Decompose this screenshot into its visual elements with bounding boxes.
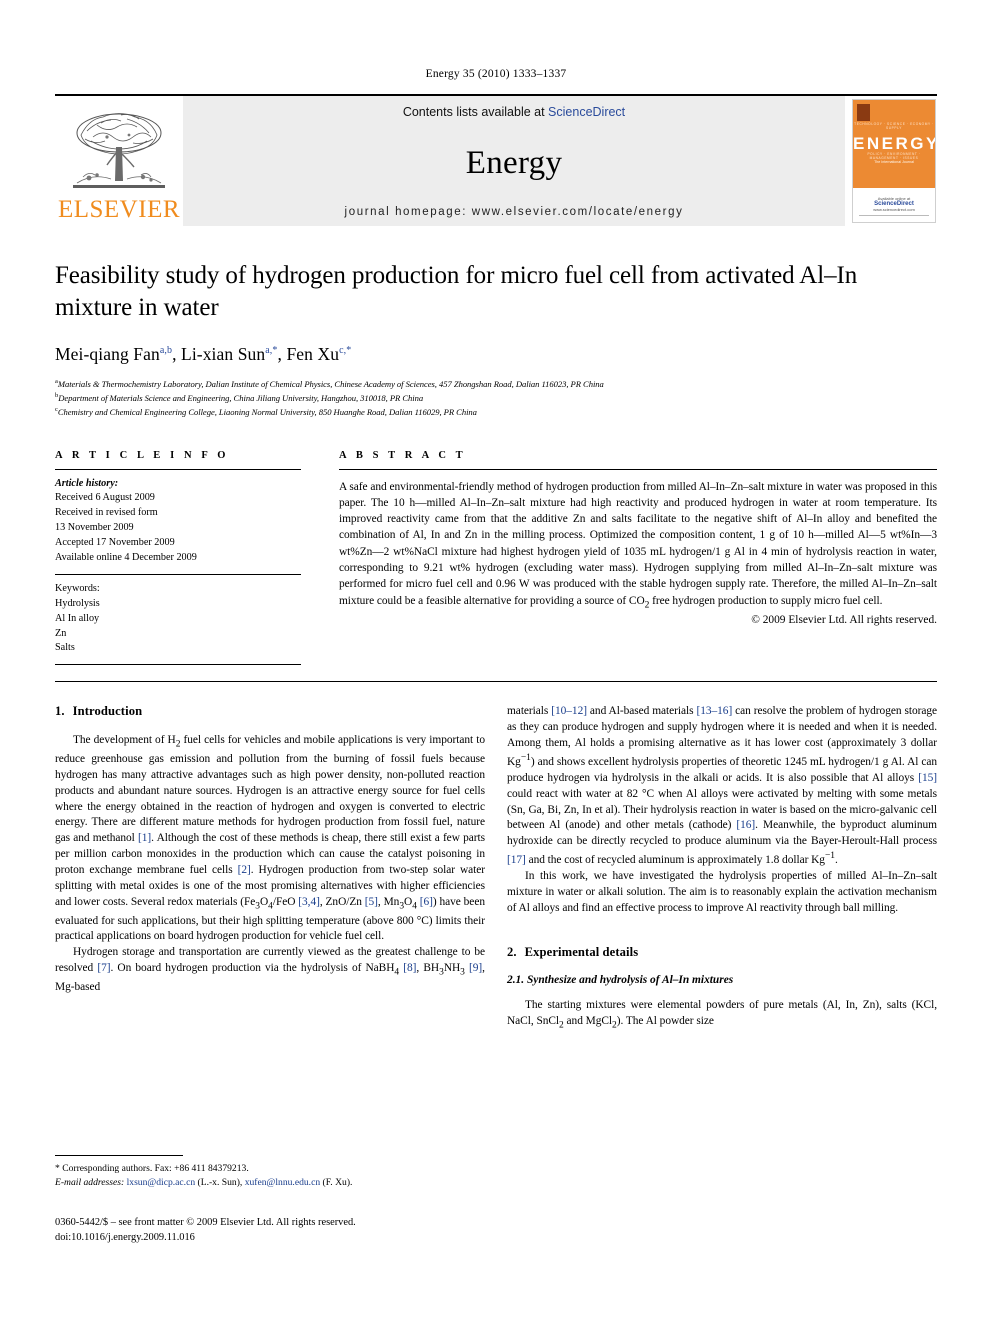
section-title: Introduction xyxy=(72,704,143,719)
info-abstract-row: A R T I C L E I N F O Article history: R… xyxy=(55,450,937,666)
keyword-item: Hydrolysis xyxy=(55,597,100,609)
issn-front-matter: 0360-5442/$ – see front matter © 2009 El… xyxy=(55,1217,356,1228)
intro-paragraph-1: The development of H2 fuel cells for veh… xyxy=(55,734,485,943)
keyword-item: Al In alloy xyxy=(55,612,100,624)
section-heading-experimental: 2. Experimental details xyxy=(507,945,937,960)
footnote-block: * Corresponding authors. Fax: +86 411 84… xyxy=(55,1155,485,1191)
paper-page: Energy 35 (2010) 1333–1337 ELSEVIER Cont… xyxy=(0,0,992,1323)
subsection-heading-synthesize: 2.1. Synthesize and hydrolysis of Al–In … xyxy=(507,974,937,986)
author-separator: , xyxy=(172,344,182,364)
article-info-bottom-rule xyxy=(55,664,301,666)
corresponding-author-note: * Corresponding authors. Fax: +86 411 84… xyxy=(55,1163,249,1174)
sciencedirect-link[interactable]: ScienceDirect xyxy=(548,105,625,119)
subsection-title: Synthesize and hydrolysis of Al–In mixtu… xyxy=(526,973,734,986)
cover-divider xyxy=(859,215,929,216)
article-history: Article history: Received 6 August 2009 … xyxy=(55,470,301,566)
abstract-text: A safe and environmental-friendly method… xyxy=(339,470,937,613)
section-heading-introduction: 1. Introduction xyxy=(55,704,485,719)
imprint-block: 0360-5442/$ – see front matter © 2009 El… xyxy=(55,1216,356,1245)
article-info-heading: A R T I C L E I N F O xyxy=(55,449,230,461)
keywords-block: Keywords: Hydrolysis Al In alloy Zn Salt… xyxy=(55,575,301,656)
affiliation-item: aMaterials & Thermochemistry Laboratory,… xyxy=(55,377,937,391)
abstract-column: A B S T R A C T A safe and environmental… xyxy=(339,450,937,666)
journal-cover-cell: TECHNOLOGY · SCIENCE · ECONOMY · SUPPLY … xyxy=(845,96,937,226)
body-column-right: materials [10–12] and Al-based materials… xyxy=(507,704,937,1032)
journal-cover-thumbnail: TECHNOLOGY · SCIENCE · ECONOMY · SUPPLY … xyxy=(852,99,936,223)
experimental-paragraph-1: The starting mixtures were elemental pow… xyxy=(507,998,937,1030)
title-block: Feasibility study of hydrogen production… xyxy=(55,260,937,420)
email-owner-2: (F. Xu). xyxy=(320,1177,353,1189)
page-title: Feasibility study of hydrogen production… xyxy=(55,262,858,321)
journal-masthead: ELSEVIER Contents lists available at Sci… xyxy=(55,94,937,226)
article-history-label: Article history: xyxy=(55,477,119,489)
article-info-column: A R T I C L E I N F O Article history: R… xyxy=(55,450,301,666)
author-list: Mei-qiang Fana,b, Li-xian Suna,*, Fen Xu… xyxy=(55,344,937,365)
cover-availability: Available online at ScienceDirect www.sc… xyxy=(853,196,935,212)
keyword-item: Salts xyxy=(55,642,75,654)
affiliation-item: cChemistry and Chemical Engineering Coll… xyxy=(55,405,937,419)
affiliation-item: bDepartment of Materials Science and Eng… xyxy=(55,391,937,405)
affiliation-text: Materials & Thermochemistry Laboratory, … xyxy=(57,378,604,389)
body-columns: 1. Introduction The development of H2 fue… xyxy=(55,704,937,1032)
author-affil-marks: c,* xyxy=(339,345,352,357)
email-link-1[interactable]: lxsun@dicp.ac.cn xyxy=(127,1177,196,1188)
email-label: E-mail addresses: xyxy=(55,1177,125,1189)
contents-prefix: Contents lists available at xyxy=(402,105,549,119)
history-item: Received in revised form xyxy=(55,507,158,519)
abstract-copyright: © 2009 Elsevier Ltd. All rights reserved… xyxy=(751,614,937,627)
body-separator-rule xyxy=(55,681,937,683)
email-link-2[interactable]: xufen@lnnu.edu.cn xyxy=(245,1177,320,1188)
section-title: Experimental details xyxy=(524,944,639,959)
email-owner-1: (L.-x. Sun), xyxy=(195,1177,245,1189)
intro-paragraph-2-continued: materials [10–12] and Al-based materials… xyxy=(507,705,937,867)
author-affil-marks: a,b xyxy=(159,345,173,357)
cover-topics-row2: POLICY · ENVIRONMENT · MANAGEMENT · ISSU… xyxy=(867,152,921,160)
cover-logo-block-icon xyxy=(857,104,870,121)
subsection-number: 2.1. xyxy=(507,973,525,986)
intro-paragraph-3: In this work, we have investigated the h… xyxy=(507,869,937,914)
elsevier-tree-icon xyxy=(67,107,171,199)
cover-topics-row1: TECHNOLOGY · SCIENCE · ECONOMY · SUPPLY xyxy=(854,122,934,130)
masthead-center: Contents lists available at ScienceDirec… xyxy=(183,96,845,226)
journal-title: Energy xyxy=(465,145,563,181)
history-item: 13 November 2009 xyxy=(55,522,134,534)
email-addresses-note: E-mail addresses: lxsun@dicp.ac.cn (L.-x… xyxy=(55,1176,485,1190)
author-name: Li-xian Sun xyxy=(181,344,266,364)
elsevier-logo: ELSEVIER xyxy=(55,96,183,226)
author-affil-marks: a,* xyxy=(265,345,278,357)
doi-line: doi:10.1016/j.energy.2009.11.016 xyxy=(55,1231,195,1243)
journal-homepage[interactable]: journal homepage: www.elsevier.com/locat… xyxy=(345,206,684,218)
keyword-item: Zn xyxy=(55,627,67,639)
cover-title: ENERGY xyxy=(853,134,936,153)
affiliation-text: Chemistry and Chemical Engineering Colle… xyxy=(57,407,477,418)
footnote-rule xyxy=(55,1155,183,1156)
section-number: 2. xyxy=(507,944,517,959)
history-item: Received 6 August 2009 xyxy=(55,492,155,504)
running-head: Energy 35 (2010) 1333–1337 xyxy=(425,68,567,80)
history-item: Available online 4 December 2009 xyxy=(55,551,197,563)
author-name: Fen Xu xyxy=(286,344,340,364)
author-name: Mei-qiang Fan xyxy=(55,344,160,364)
elsevier-wordmark: ELSEVIER xyxy=(57,196,181,223)
abstract-body: A safe and environmental-friendly method… xyxy=(339,480,937,610)
affiliation-list: aMaterials & Thermochemistry Laboratory,… xyxy=(55,377,937,420)
cover-url: www.sciencedirect.com xyxy=(873,207,915,212)
cover-subtitle: The International Journal xyxy=(874,160,914,164)
abstract-heading: A B S T R A C T xyxy=(339,449,467,461)
section-number: 1. xyxy=(55,704,65,719)
body-column-left: 1. Introduction The development of H2 fue… xyxy=(55,704,485,1032)
history-item: Accepted 17 November 2009 xyxy=(55,537,175,549)
intro-paragraph-2-part: Hydrogen storage and transportation are … xyxy=(55,946,485,993)
keywords-label: Keywords: xyxy=(55,582,100,594)
contents-lists-line: Contents lists available at ScienceDirec… xyxy=(403,105,625,119)
affiliation-text: Department of Materials Science and Engi… xyxy=(58,393,424,404)
